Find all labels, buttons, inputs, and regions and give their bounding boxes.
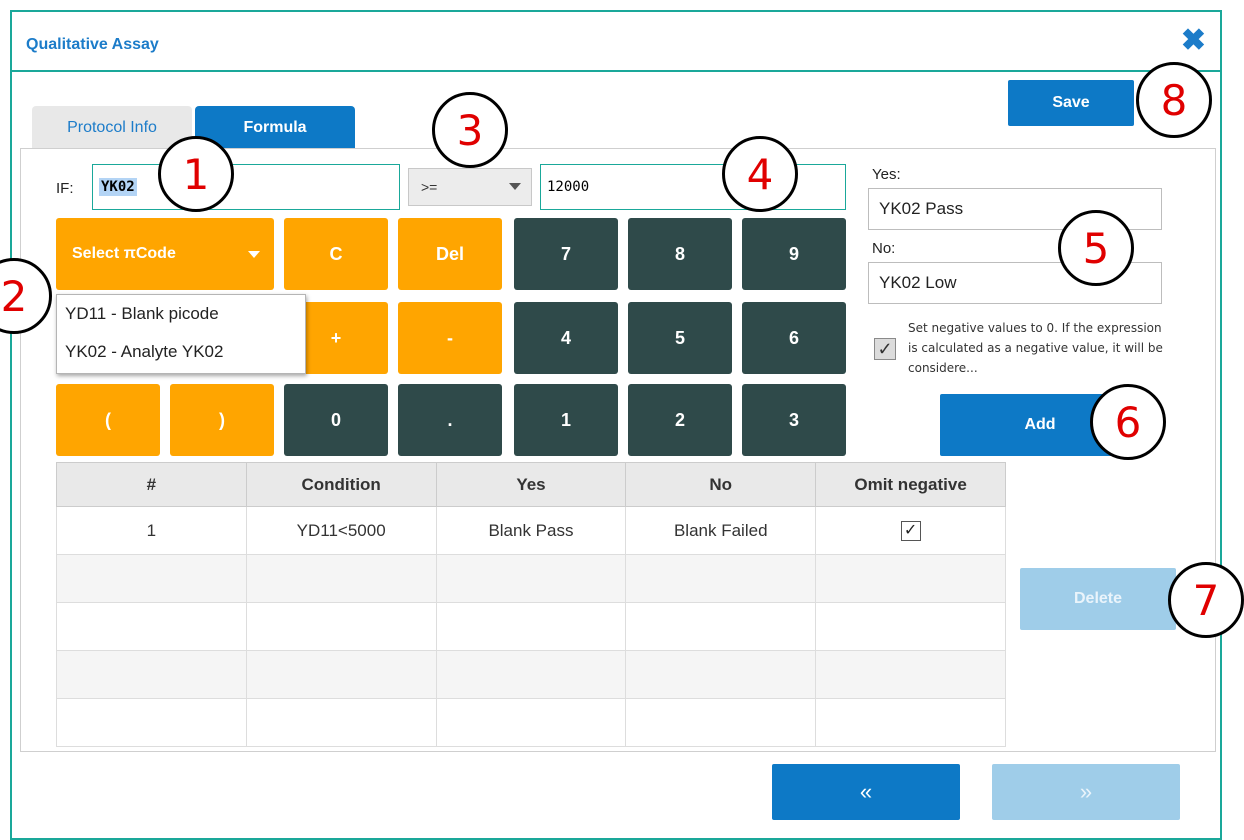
select-picode-button[interactable]: Select πCode bbox=[56, 218, 274, 290]
conditions-table: # Condition Yes No Omit negative 1 YD11<… bbox=[56, 462, 1006, 747]
cell-condition: YD11<5000 bbox=[245, 506, 437, 555]
left-paren-key[interactable]: ( bbox=[56, 384, 160, 456]
next-button[interactable]: » bbox=[992, 764, 1180, 820]
select-picode-label: Select πCode bbox=[72, 245, 176, 262]
cell-yes: Blank Pass bbox=[435, 506, 627, 555]
callout-3: 3 bbox=[432, 92, 508, 168]
no-value: YK02 Low bbox=[879, 273, 957, 292]
callout-1: 1 bbox=[158, 136, 234, 212]
column-header-number: # bbox=[56, 462, 247, 507]
clear-key[interactable]: C bbox=[284, 218, 388, 290]
table-row-empty bbox=[56, 602, 1006, 651]
key-2[interactable]: 2 bbox=[628, 384, 732, 456]
table-row[interactable]: 1 YD11<5000 Blank Pass Blank Failed ✓ bbox=[56, 506, 1006, 555]
yes-value: YK02 Pass bbox=[879, 199, 964, 218]
callout-6: 6 bbox=[1090, 384, 1166, 460]
cell-number: 1 bbox=[56, 506, 247, 555]
chevron-down-icon bbox=[509, 183, 521, 190]
compare-value-input[interactable]: 12000 bbox=[540, 164, 846, 210]
column-header-no: No bbox=[625, 462, 817, 507]
save-button[interactable]: Save bbox=[1008, 80, 1134, 126]
delete-key[interactable]: Del bbox=[398, 218, 502, 290]
cell-omit-negative: ✓ bbox=[815, 506, 1006, 555]
key-1[interactable]: 1 bbox=[514, 384, 618, 456]
picode-option-yd11[interactable]: YD11 - Blank picode bbox=[57, 295, 305, 333]
dialog-title: Qualitative Assay bbox=[26, 36, 159, 53]
if-expression-input[interactable]: YK02 bbox=[92, 164, 400, 210]
key-7[interactable]: 7 bbox=[514, 218, 618, 290]
close-icon[interactable]: ✖ bbox=[1181, 26, 1206, 56]
picode-dropdown-menu: YD11 - Blank picode YK02 - Analyte YK02 bbox=[56, 294, 306, 374]
delete-button[interactable]: Delete bbox=[1020, 568, 1176, 630]
column-header-condition: Condition bbox=[245, 462, 437, 507]
tab-protocol-info[interactable]: Protocol Info bbox=[32, 106, 192, 150]
yes-label: Yes: bbox=[872, 166, 901, 183]
column-header-yes: Yes bbox=[435, 462, 627, 507]
key-3[interactable]: 3 bbox=[742, 384, 846, 456]
key-6[interactable]: 6 bbox=[742, 302, 846, 374]
right-paren-key[interactable]: ) bbox=[170, 384, 274, 456]
no-label: No: bbox=[872, 240, 896, 257]
qualitative-assay-dialog: Qualitative Assay ✖ Save Protocol Info F… bbox=[10, 10, 1222, 840]
operator-select[interactable]: >= bbox=[408, 168, 532, 206]
picode-option-yk02[interactable]: YK02 - Analyte YK02 bbox=[57, 333, 305, 371]
key-4[interactable]: 4 bbox=[514, 302, 618, 374]
operator-value: >= bbox=[421, 179, 438, 195]
compare-value: 12000 bbox=[547, 179, 590, 195]
omit-negative-row-checkbox[interactable]: ✓ bbox=[900, 521, 921, 541]
chevron-down-icon bbox=[248, 251, 260, 258]
table-row-empty bbox=[56, 650, 1006, 699]
cell-no: Blank Failed bbox=[625, 506, 817, 555]
column-header-omit-negative: Omit negative bbox=[815, 462, 1006, 507]
table-row-empty bbox=[56, 554, 1006, 603]
key-5[interactable]: 5 bbox=[628, 302, 732, 374]
if-expression-value: YK02 bbox=[99, 178, 137, 196]
callout-4: 4 bbox=[722, 136, 798, 212]
key-0[interactable]: 0 bbox=[284, 384, 388, 456]
if-label: IF: bbox=[56, 180, 74, 197]
decimal-key[interactable]: . bbox=[398, 384, 502, 456]
minus-key[interactable]: - bbox=[398, 302, 502, 374]
omit-negative-text: Set negative values to 0. If the express… bbox=[908, 321, 1163, 375]
callout-7: 7 bbox=[1168, 562, 1244, 638]
table-row-empty bbox=[56, 698, 1006, 747]
previous-button[interactable]: « bbox=[772, 764, 960, 820]
key-9[interactable]: 9 bbox=[742, 218, 846, 290]
dialog-header: Qualitative Assay ✖ bbox=[12, 12, 1220, 72]
omit-negative-checkbox[interactable]: ✓ bbox=[874, 338, 896, 360]
callout-8: 8 bbox=[1136, 62, 1212, 138]
key-8[interactable]: 8 bbox=[628, 218, 732, 290]
callout-5: 5 bbox=[1058, 210, 1134, 286]
